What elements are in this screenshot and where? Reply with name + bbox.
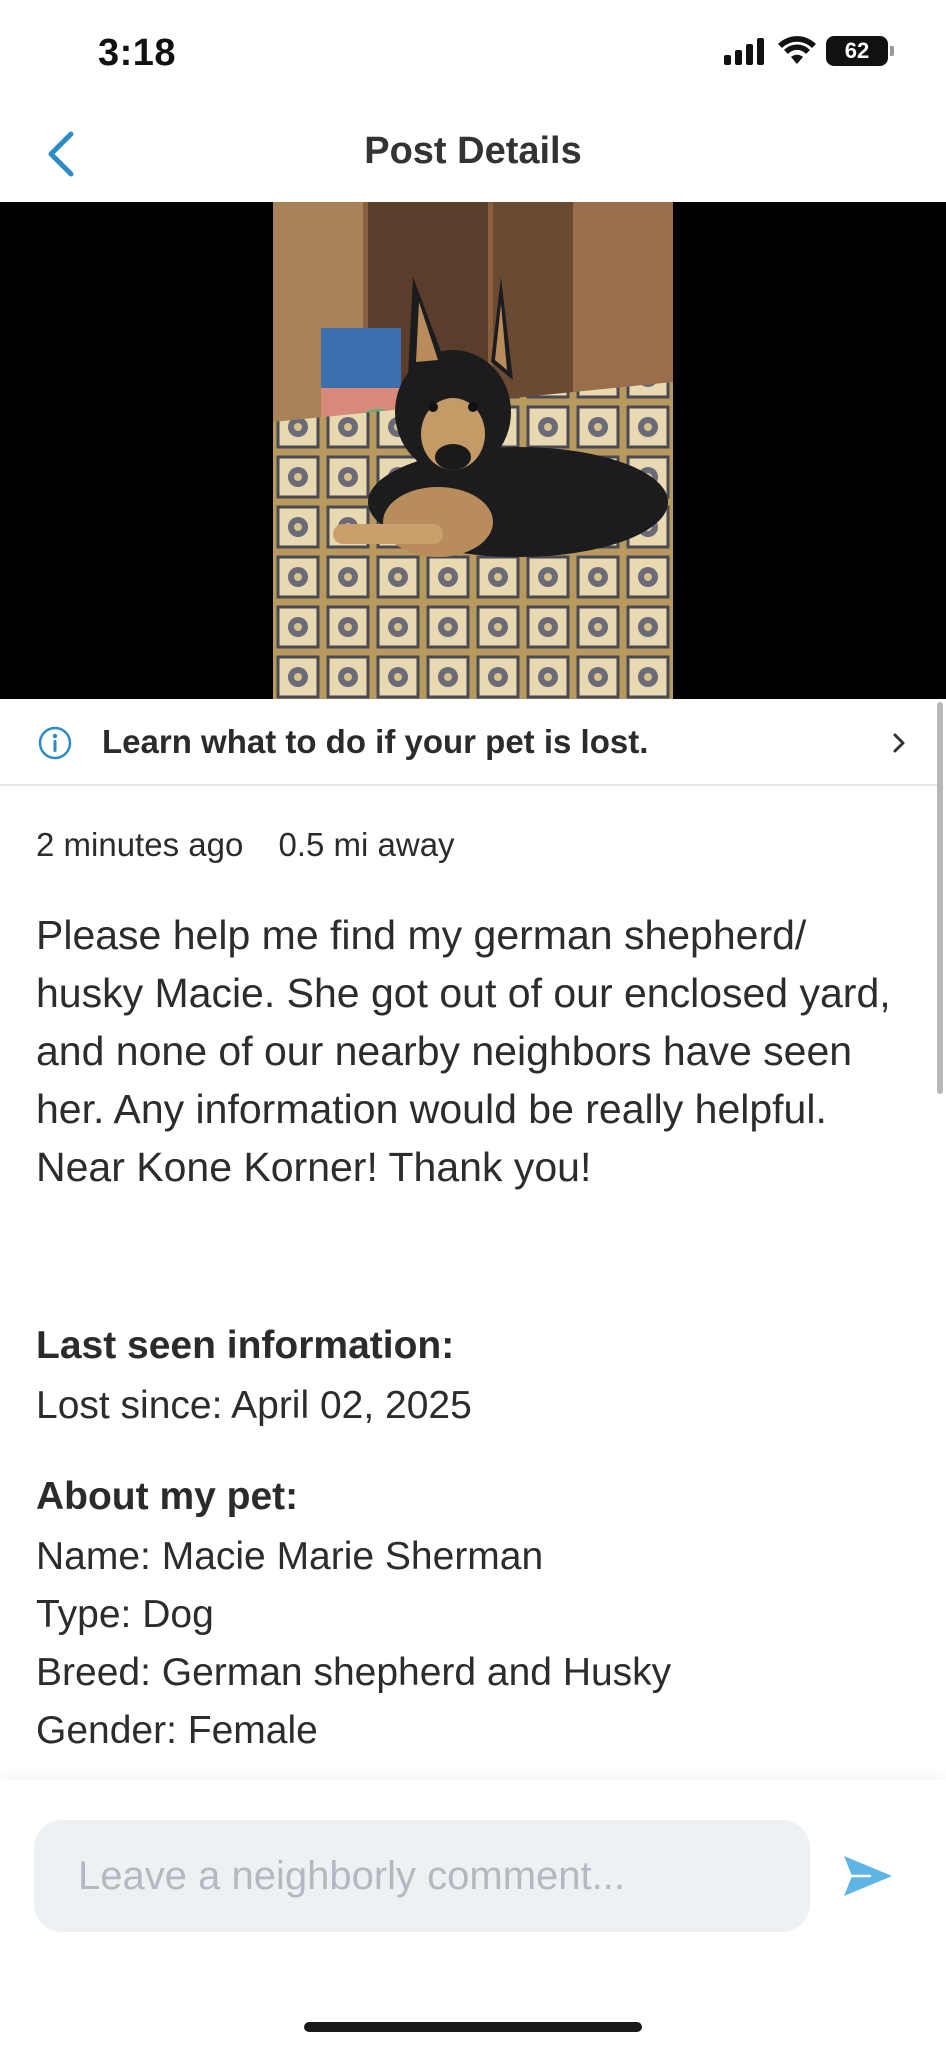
battery-icon: 62	[826, 36, 894, 66]
status-time: 3:18	[98, 32, 177, 74]
lost-pet-help-banner[interactable]: Learn what to do if your pet is lost.	[0, 700, 940, 786]
lost-since: Lost since: April 02, 2025	[36, 1384, 472, 1427]
comment-input[interactable]	[34, 1820, 810, 1932]
send-button[interactable]	[838, 1846, 898, 1906]
about-pet-heading: About my pet:	[36, 1475, 299, 1518]
chevron-right-icon	[893, 733, 905, 753]
photo-area	[0, 202, 946, 699]
status-bar: 3:18 62	[0, 0, 946, 110]
pet-photo-image	[273, 202, 673, 699]
info-icon	[38, 726, 72, 760]
post-body: Please help me find my german shepherd/ …	[36, 912, 891, 1190]
wifi-icon	[778, 36, 816, 64]
banner-text: Learn what to do if your pet is lost.	[102, 723, 649, 760]
pet-name: Name: Macie Marie Sherman	[36, 1535, 544, 1578]
post-distance: 0.5 mi away	[278, 826, 455, 863]
post-time: 2 minutes ago	[36, 826, 244, 863]
pet-type: Type: Dog	[36, 1593, 214, 1636]
last-seen-heading: Last seen information:	[36, 1324, 455, 1367]
post-meta: 2 minutes ago 0.5 mi away	[36, 826, 481, 864]
signal-icon	[724, 38, 764, 65]
scrollbar[interactable]	[937, 702, 943, 1094]
nav-bar: Post Details	[0, 110, 946, 202]
pet-photo[interactable]	[273, 202, 673, 699]
pet-breed: Breed: German shepherd and Husky	[36, 1651, 672, 1694]
status-icons: 62	[724, 36, 894, 66]
page-title: Post Details	[364, 130, 582, 172]
send-icon	[844, 1856, 892, 1896]
home-indicator	[304, 2022, 642, 2032]
pet-gender: Gender: Female	[36, 1709, 318, 1752]
comment-bar	[0, 1780, 946, 2048]
battery-level: 62	[844, 38, 870, 63]
